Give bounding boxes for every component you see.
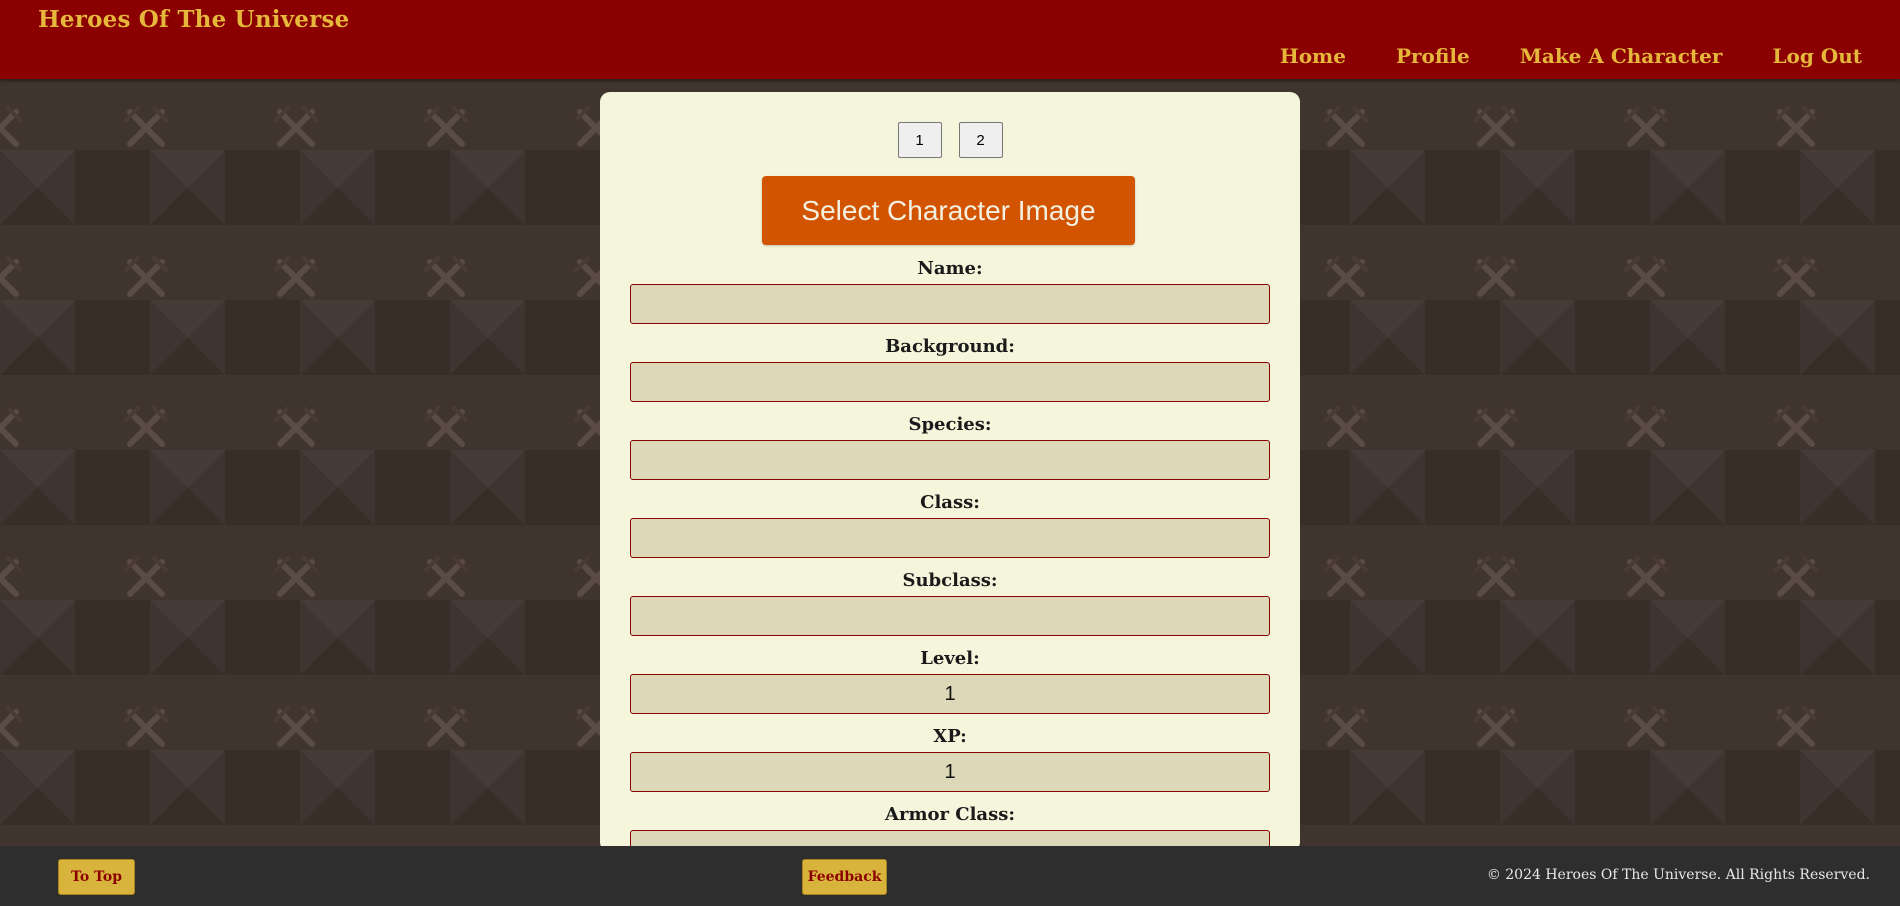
crossed-swords-icon	[426, 408, 466, 444]
crossed-swords-icon	[1776, 708, 1816, 744]
crossed-swords-icon	[1476, 408, 1516, 444]
crossed-swords-icon	[1476, 258, 1516, 294]
crossed-swords-icon	[0, 408, 20, 444]
background-input[interactable]	[630, 362, 1270, 402]
crossed-swords-icon	[1326, 708, 1366, 744]
crossed-swords-icon	[276, 558, 316, 594]
crossed-swords-icon	[1626, 258, 1666, 294]
feedback-button[interactable]: Feedback	[802, 859, 887, 895]
xp-field-group: XP: 1	[630, 726, 1270, 804]
xp-label: XP:	[933, 726, 967, 747]
crossed-swords-icon	[276, 408, 316, 444]
crossed-swords-icon	[126, 258, 166, 294]
crossed-swords-icon	[1476, 558, 1516, 594]
background-field-group: Background:	[630, 336, 1270, 414]
crossed-swords-icon	[1326, 408, 1366, 444]
crossed-swords-icon	[0, 708, 20, 744]
name-label: Name:	[917, 258, 983, 279]
crossed-swords-icon	[1326, 258, 1366, 294]
crossed-swords-icon	[1776, 108, 1816, 144]
subclass-label: Subclass:	[902, 570, 998, 591]
crossed-swords-icon	[0, 108, 20, 144]
crossed-swords-icon	[1776, 258, 1816, 294]
crossed-swords-icon	[426, 258, 466, 294]
character-form-card: 1 2 Select Character Image Name: Backgro…	[600, 92, 1300, 870]
crossed-swords-icon	[426, 108, 466, 144]
crossed-swords-icon	[1626, 558, 1666, 594]
name-input[interactable]	[630, 284, 1270, 324]
crossed-swords-icon	[276, 108, 316, 144]
footer-bar: To Top Feedback © 2024 Heroes Of The Uni…	[0, 846, 1900, 906]
crossed-swords-icon	[126, 108, 166, 144]
armor-class-label: Armor Class:	[885, 804, 1015, 825]
to-top-button[interactable]: To Top	[58, 859, 135, 895]
character-fields: Name: Background: Species: Class: Subcla…	[630, 258, 1270, 882]
main-nav: Home Profile Make A Character Log Out	[1280, 44, 1862, 68]
level-label: Level:	[920, 648, 980, 669]
crossed-swords-icon	[426, 558, 466, 594]
crossed-swords-icon	[1776, 558, 1816, 594]
copyright-text: © 2024 Heroes Of The Universe. All Right…	[1486, 867, 1870, 883]
crossed-swords-icon	[1476, 708, 1516, 744]
level-input[interactable]: 1	[630, 674, 1270, 714]
species-label: Species:	[908, 414, 992, 435]
level-field-group: Level: 1	[630, 648, 1270, 726]
site-title[interactable]: Heroes Of The Universe	[38, 6, 349, 33]
crossed-swords-icon	[276, 708, 316, 744]
class-input[interactable]	[630, 518, 1270, 558]
subclass-input[interactable]	[630, 596, 1270, 636]
crossed-swords-icon	[1326, 108, 1366, 144]
crossed-swords-icon	[1476, 108, 1516, 144]
select-character-image-button[interactable]: Select Character Image	[762, 176, 1135, 245]
crossed-swords-icon	[1626, 408, 1666, 444]
crossed-swords-icon	[276, 258, 316, 294]
nav-log-out[interactable]: Log Out	[1772, 44, 1862, 68]
xp-input[interactable]: 1	[630, 752, 1270, 792]
crossed-swords-icon	[0, 558, 20, 594]
class-label: Class:	[920, 492, 980, 513]
nav-profile[interactable]: Profile	[1396, 44, 1470, 68]
class-field-group: Class:	[630, 492, 1270, 570]
name-field-group: Name:	[630, 258, 1270, 336]
crossed-swords-icon	[426, 708, 466, 744]
crossed-swords-icon	[0, 258, 20, 294]
species-input[interactable]	[630, 440, 1270, 480]
crossed-swords-icon	[1626, 708, 1666, 744]
crossed-swords-icon	[1776, 408, 1816, 444]
crossed-swords-icon	[126, 558, 166, 594]
page-1-button[interactable]: 1	[897, 122, 942, 158]
nav-home[interactable]: Home	[1280, 44, 1346, 68]
crossed-swords-icon	[1626, 108, 1666, 144]
crossed-swords-icon	[126, 708, 166, 744]
crossed-swords-icon	[126, 408, 166, 444]
crossed-swords-icon	[1326, 558, 1366, 594]
species-field-group: Species:	[630, 414, 1270, 492]
page-2-button[interactable]: 2	[958, 122, 1003, 158]
subclass-field-group: Subclass:	[630, 570, 1270, 648]
nav-make-a-character[interactable]: Make A Character	[1520, 44, 1723, 68]
background-label: Background:	[885, 336, 1015, 357]
page-switcher: 1 2	[600, 122, 1300, 158]
header-bar: Heroes Of The Universe Home Profile Make…	[0, 0, 1900, 79]
